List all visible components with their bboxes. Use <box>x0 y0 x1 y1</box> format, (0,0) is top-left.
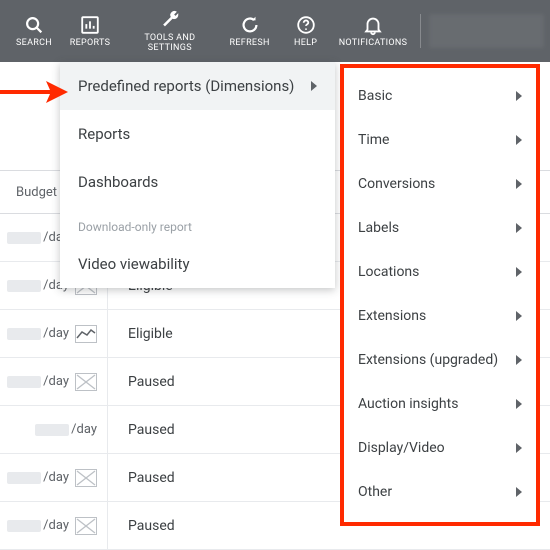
redacted-value <box>7 520 41 532</box>
submenu-item-label: Basic <box>358 88 392 104</box>
submenu-item-label: Display/Video <box>358 440 445 456</box>
toolbar-separator <box>420 14 421 48</box>
redacted-value <box>35 424 69 436</box>
submenu-item-label: Auction insights <box>358 396 458 412</box>
submenu-item-conversions[interactable]: Conversions <box>344 162 536 206</box>
menu-section-download-only: Download-only report <box>60 206 335 240</box>
cell-status: Paused <box>108 374 175 390</box>
wrench-icon <box>159 9 181 31</box>
toolbar-refresh[interactable]: REFRESH <box>222 10 278 53</box>
submenu-item-extensions[interactable]: Extensions <box>344 294 536 338</box>
menu-predefined-reports[interactable]: Predefined reports (Dimensions) <box>60 62 335 110</box>
submenu-item-label: Locations <box>358 264 419 280</box>
refresh-icon <box>239 14 261 36</box>
submenu-item-labels[interactable]: Labels <box>344 206 536 250</box>
cell-budget: /day <box>0 406 108 453</box>
submenu-item-other[interactable]: Other <box>344 470 536 514</box>
annotation-arrow <box>0 72 78 112</box>
submenu-item-locations[interactable]: Locations <box>344 250 536 294</box>
menu-video-viewability[interactable]: Video viewability <box>60 240 335 288</box>
submenu-item-time[interactable]: Time <box>344 118 536 162</box>
sparkline-icon[interactable] <box>75 373 97 391</box>
help-icon <box>295 14 317 36</box>
budget-suffix: /day <box>43 470 69 485</box>
budget-suffix: /day <box>43 374 69 389</box>
chevron-right-icon <box>516 267 522 277</box>
bell-icon <box>362 14 384 36</box>
chevron-right-icon <box>516 91 522 101</box>
redacted-value <box>7 376 41 388</box>
toolbar-refresh-label: REFRESH <box>230 39 270 49</box>
chevron-right-icon <box>516 399 522 409</box>
cell-status: Paused <box>108 470 175 486</box>
sparkline-icon[interactable] <box>75 325 97 343</box>
toolbar-reports-label: REPORTS <box>70 39 110 49</box>
cell-budget: /day <box>0 310 108 357</box>
submenu-item-label: Conversions <box>358 176 435 192</box>
submenu-item-auction[interactable]: Auction insights <box>344 382 536 426</box>
chevron-right-icon <box>516 443 522 453</box>
budget-suffix: /day <box>43 326 69 341</box>
toolbar-reports[interactable]: REPORTS <box>62 10 118 53</box>
menu-reports-label: Reports <box>78 125 130 143</box>
cell-budget: /day <box>0 358 108 405</box>
cell-budget: /day <box>0 454 108 501</box>
chevron-right-icon <box>516 179 522 189</box>
toolbar-tools-label: TOOLS AND SETTINGS <box>128 34 212 54</box>
submenu-item-label: Labels <box>358 220 399 236</box>
budget-suffix: /day <box>71 422 97 437</box>
submenu-item-display-video[interactable]: Display/Video <box>344 426 536 470</box>
chevron-right-icon <box>516 311 522 321</box>
menu-dashboards-label: Dashboards <box>78 173 158 191</box>
cell-budget: /day <box>0 502 108 549</box>
chevron-right-icon <box>516 223 522 233</box>
redacted-value <box>7 280 41 292</box>
reports-icon <box>79 14 101 36</box>
submenu-item-label: Other <box>358 484 392 500</box>
toolbar-account-area[interactable] <box>429 14 544 48</box>
chevron-right-icon <box>516 135 522 145</box>
cell-status: Paused <box>108 518 175 534</box>
redacted-value <box>7 328 41 340</box>
chevron-right-icon <box>311 81 317 91</box>
top-toolbar: SEARCH REPORTS TOOLS AND SETTINGS REFRES… <box>0 0 550 62</box>
submenu-item-label: Extensions (upgraded) <box>358 352 498 368</box>
predefined-submenu: Basic Time Conversions Labels Locations Exten… <box>340 64 540 526</box>
menu-dashboards[interactable]: Dashboards <box>60 158 335 206</box>
sparkline-icon[interactable] <box>75 517 97 535</box>
menu-predefined-reports-label: Predefined reports (Dimensions) <box>78 77 294 95</box>
cell-status: Eligible <box>108 326 173 342</box>
submenu-item-basic[interactable]: Basic <box>344 74 536 118</box>
toolbar-search[interactable]: SEARCH <box>6 10 62 53</box>
toolbar-notifications[interactable]: NOTIFICATIONS <box>334 10 413 53</box>
submenu-item-label: Time <box>358 132 389 148</box>
menu-video-viewability-label: Video viewability <box>78 255 190 273</box>
chevron-right-icon <box>516 487 522 497</box>
toolbar-help-label: HELP <box>294 39 317 49</box>
budget-suffix: /day <box>43 518 69 533</box>
reports-dropdown: Predefined reports (Dimensions) Reports … <box>60 62 335 288</box>
toolbar-search-label: SEARCH <box>16 39 52 49</box>
toolbar-tools[interactable]: TOOLS AND SETTINGS <box>118 5 222 58</box>
menu-reports[interactable]: Reports <box>60 110 335 158</box>
search-icon <box>23 14 45 36</box>
submenu-item-extensions-upgraded[interactable]: Extensions (upgraded) <box>344 338 536 382</box>
redacted-value <box>7 472 41 484</box>
sparkline-icon[interactable] <box>75 469 97 487</box>
submenu-item-label: Extensions <box>358 308 426 324</box>
toolbar-help[interactable]: HELP <box>278 10 334 53</box>
chevron-right-icon <box>516 355 522 365</box>
toolbar-notifications-label: NOTIFICATIONS <box>339 39 408 49</box>
redacted-value <box>7 232 41 244</box>
cell-status: Paused <box>108 422 175 438</box>
